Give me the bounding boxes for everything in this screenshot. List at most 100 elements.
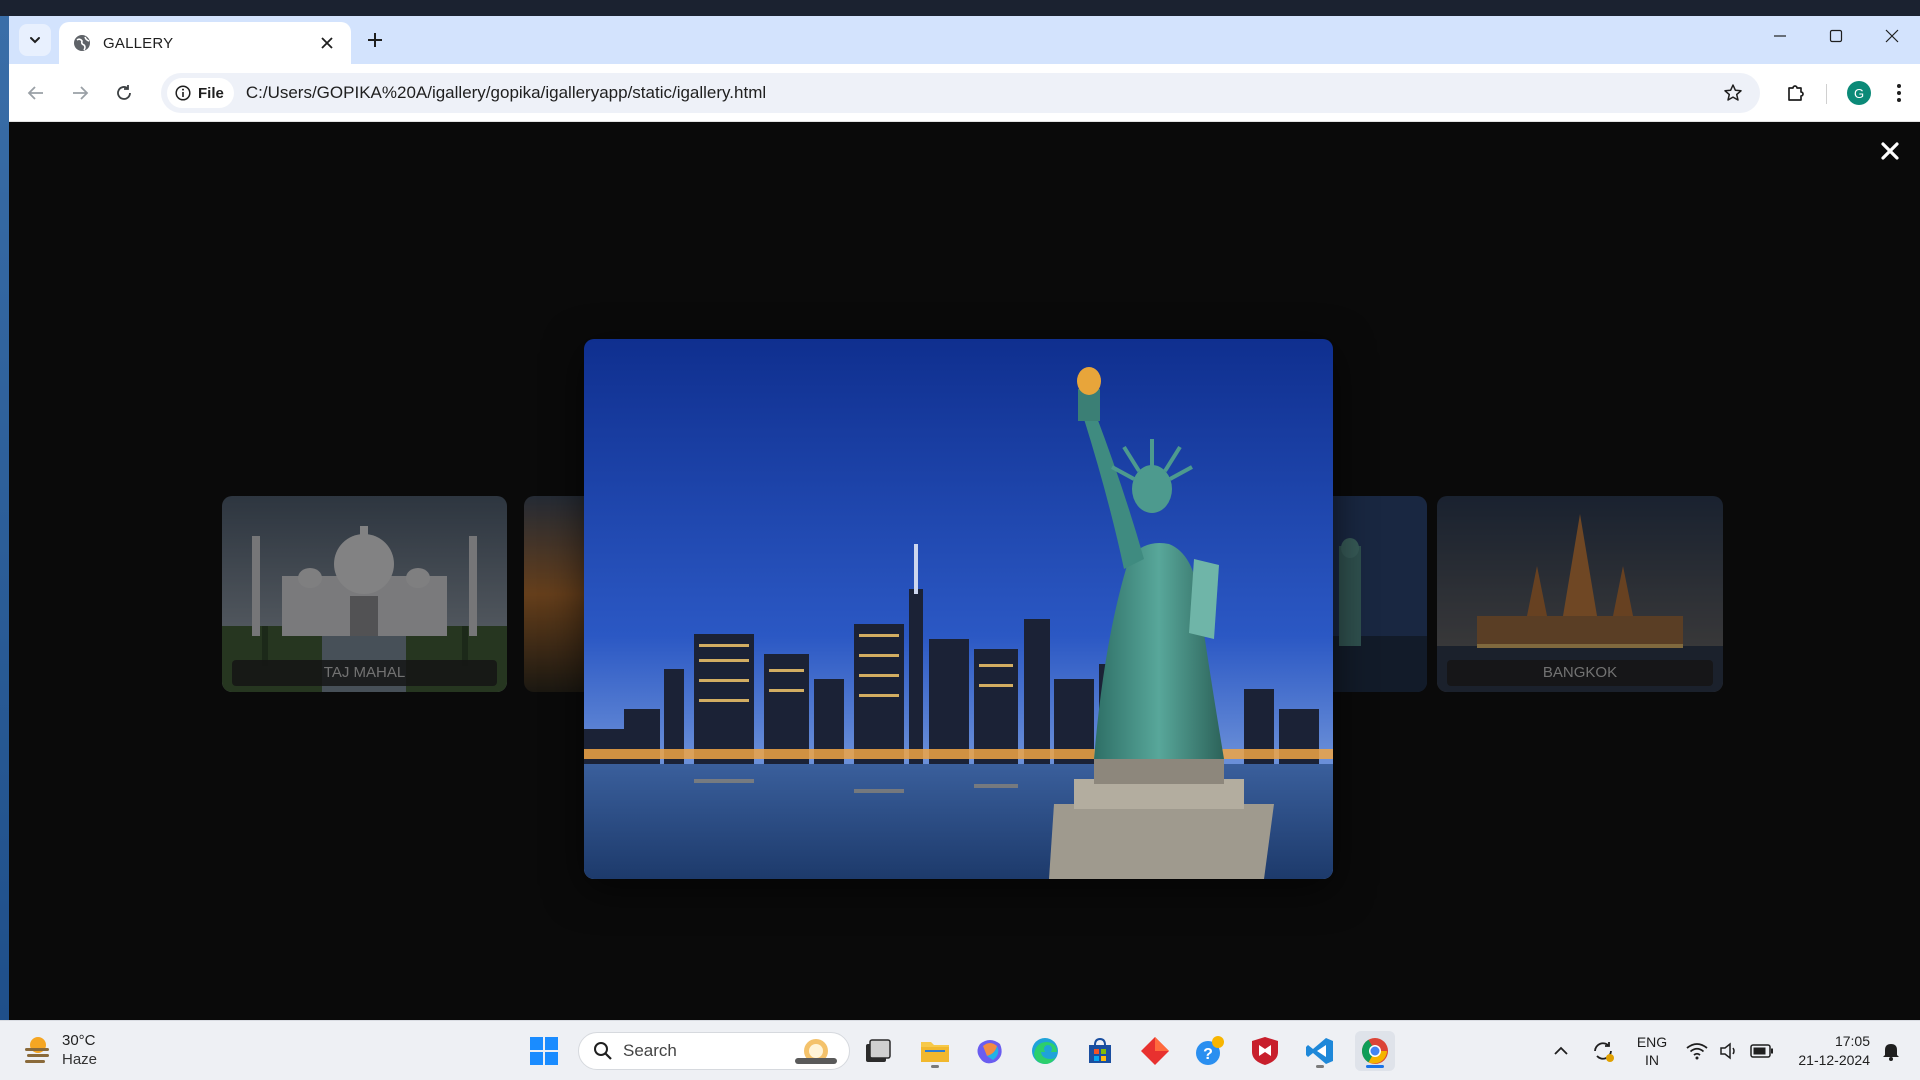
close-window-button[interactable] bbox=[1864, 16, 1920, 56]
gallery-card-taj-mahal[interactable]: TAJ MAHAL bbox=[222, 496, 507, 692]
taskbar: 30°C Haze Search ? ENG IN 17:05 21-12-20… bbox=[0, 1020, 1920, 1080]
clock[interactable]: 17:05 21-12-2024 bbox=[1780, 1031, 1870, 1071]
statue-of-liberty-image bbox=[584, 339, 1333, 879]
back-button[interactable] bbox=[21, 78, 51, 108]
tab-gallery[interactable]: GALLERY bbox=[59, 22, 351, 64]
arrow-right-icon bbox=[73, 86, 89, 100]
close-icon bbox=[1885, 29, 1899, 43]
close-icon bbox=[321, 37, 333, 49]
gallery-page: TAJ MAHAL BANGKOK bbox=[9, 123, 1920, 1020]
taskbar-search[interactable]: Search bbox=[578, 1032, 850, 1070]
notifications-button[interactable] bbox=[1876, 1031, 1906, 1071]
tab-search-button[interactable] bbox=[19, 24, 51, 56]
minimize-button[interactable] bbox=[1752, 16, 1808, 56]
plus-icon bbox=[368, 33, 382, 47]
maximize-icon bbox=[1829, 29, 1843, 43]
browser-window: GALLERY File C:/Users/GOPIKA%20A/igaller… bbox=[9, 16, 1920, 1020]
region-code: IN bbox=[1645, 1052, 1659, 1068]
globe-icon bbox=[74, 35, 90, 51]
card-caption: BANGKOK bbox=[1447, 660, 1713, 686]
reload-icon bbox=[117, 85, 131, 100]
sync-icon bbox=[1594, 1042, 1614, 1062]
close-icon bbox=[1881, 142, 1899, 160]
haze-icon bbox=[25, 1037, 49, 1063]
edge-button[interactable] bbox=[1025, 1031, 1065, 1071]
bell-icon bbox=[1883, 1044, 1899, 1061]
help-button[interactable]: ? bbox=[1190, 1031, 1230, 1071]
svg-text:?: ? bbox=[1203, 1046, 1213, 1063]
sync-status-button[interactable] bbox=[1588, 1031, 1618, 1071]
tab-close-button[interactable] bbox=[317, 33, 337, 53]
featured-image[interactable] bbox=[584, 339, 1333, 879]
mcafee-button[interactable] bbox=[1245, 1031, 1285, 1071]
desktop-background-left bbox=[0, 16, 9, 1020]
store-icon bbox=[1089, 1037, 1111, 1063]
gallery-card-bangkok[interactable]: BANGKOK bbox=[1437, 496, 1723, 692]
running-indicator bbox=[931, 1065, 939, 1068]
chrome-button[interactable] bbox=[1355, 1031, 1395, 1071]
vscode-button[interactable] bbox=[1300, 1031, 1340, 1071]
site-info-label: File bbox=[198, 84, 224, 102]
weather-temp: 30°C bbox=[62, 1032, 96, 1049]
show-hidden-icons-button[interactable] bbox=[1548, 1031, 1574, 1071]
app-diamond-button[interactable] bbox=[1135, 1031, 1175, 1071]
language-indicator[interactable]: ENG IN bbox=[1628, 1031, 1676, 1071]
volume-icon bbox=[1720, 1042, 1735, 1060]
site-info-chip[interactable]: File bbox=[167, 78, 234, 108]
diamond-app-icon bbox=[1141, 1037, 1169, 1065]
clock-date: 21-12-2024 bbox=[1798, 1052, 1870, 1068]
desktop-background-top bbox=[0, 0, 1920, 16]
new-tab-button[interactable] bbox=[361, 26, 389, 54]
active-indicator bbox=[1366, 1065, 1384, 1068]
lightbox-close-button[interactable] bbox=[1876, 137, 1904, 165]
reload-button[interactable] bbox=[109, 78, 139, 108]
wifi-icon bbox=[1686, 1043, 1708, 1060]
search-icon bbox=[594, 1042, 612, 1060]
copilot-icon bbox=[977, 1040, 1002, 1064]
quick-settings-button[interactable] bbox=[1686, 1031, 1774, 1071]
info-icon bbox=[175, 85, 191, 101]
arrow-left-icon bbox=[27, 86, 43, 100]
card-caption: TAJ MAHAL bbox=[232, 660, 497, 686]
copilot-button[interactable] bbox=[970, 1031, 1010, 1071]
chrome-icon bbox=[1361, 1038, 1388, 1064]
star-icon bbox=[1724, 84, 1742, 101]
bookmark-button[interactable] bbox=[1716, 76, 1750, 110]
edge-icon bbox=[1032, 1038, 1058, 1064]
weather-widget[interactable]: 30°C Haze bbox=[22, 1031, 97, 1069]
running-indicator bbox=[1316, 1065, 1324, 1068]
store-button[interactable] bbox=[1080, 1031, 1120, 1071]
clock-time: 17:05 bbox=[1834, 1033, 1870, 1049]
profile-button[interactable]: G bbox=[1842, 76, 1876, 110]
minimize-icon bbox=[1774, 35, 1786, 37]
battery-icon bbox=[1750, 1044, 1773, 1058]
task-view-button[interactable] bbox=[858, 1031, 898, 1071]
vscode-icon bbox=[1306, 1038, 1333, 1064]
chevron-down-icon bbox=[30, 37, 40, 44]
start-button[interactable] bbox=[524, 1031, 564, 1071]
avatar: G bbox=[1847, 81, 1871, 105]
address-bar[interactable]: File C:/Users/GOPIKA%20A/igallery/gopika… bbox=[161, 73, 1760, 113]
window-controls bbox=[1752, 16, 1920, 64]
menu-button[interactable] bbox=[1887, 76, 1911, 110]
browser-toolbar: File C:/Users/GOPIKA%20A/igallery/gopika… bbox=[9, 64, 1920, 122]
extensions-button[interactable] bbox=[1779, 76, 1813, 110]
puzzle-icon bbox=[1788, 85, 1804, 101]
chevron-up-icon bbox=[1554, 1046, 1568, 1055]
url-text[interactable]: C:/Users/GOPIKA%20A/igallery/gopika/igal… bbox=[246, 83, 1716, 103]
tab-title: GALLERY bbox=[103, 34, 174, 52]
taskbar-search-label: Search bbox=[623, 1041, 677, 1060]
search-highlight-icon bbox=[795, 1039, 837, 1064]
file-explorer-button[interactable] bbox=[915, 1031, 955, 1071]
weather-condition: Haze bbox=[62, 1051, 98, 1068]
language-code: ENG bbox=[1636, 1034, 1668, 1050]
task-view-icon bbox=[866, 1039, 891, 1062]
forward-button[interactable] bbox=[65, 78, 95, 108]
more-vertical-icon bbox=[1897, 84, 1901, 102]
folder-icon bbox=[921, 1042, 949, 1062]
maximize-button[interactable] bbox=[1808, 16, 1864, 56]
shield-icon bbox=[1252, 1037, 1278, 1065]
help-icon: ? bbox=[1196, 1036, 1224, 1065]
tab-strip: GALLERY bbox=[9, 16, 1920, 64]
toolbar-divider bbox=[1826, 84, 1827, 104]
